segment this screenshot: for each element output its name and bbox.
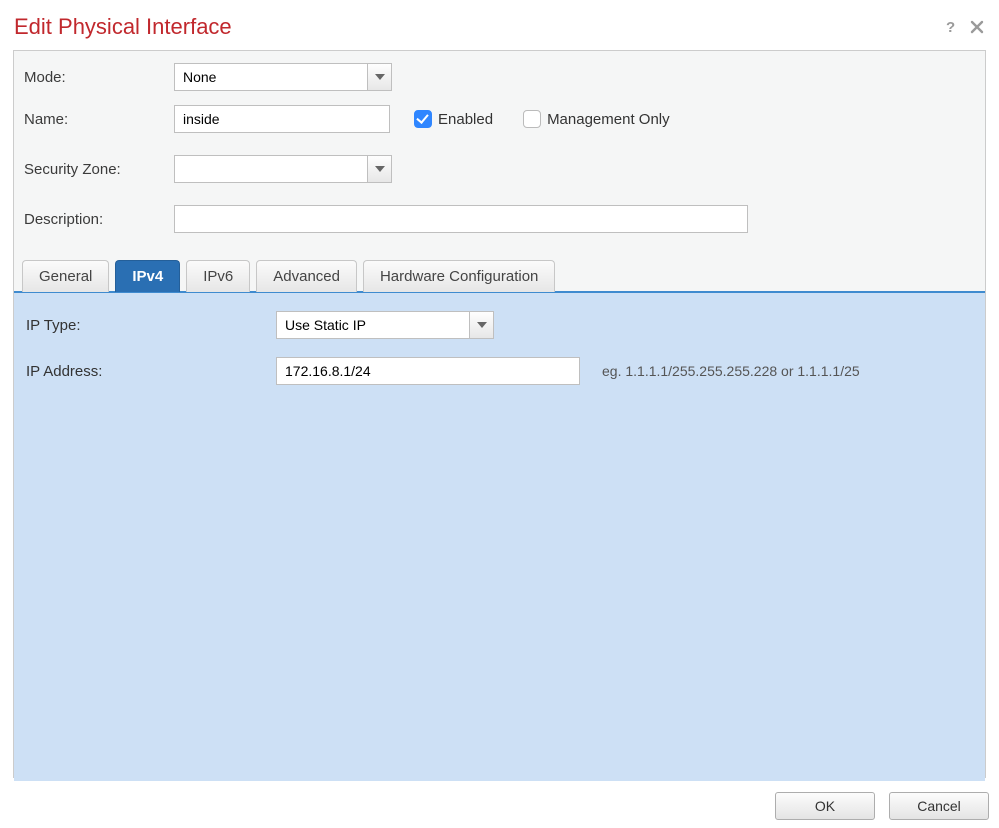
description-input[interactable] xyxy=(174,205,748,233)
enabled-checkbox-wrap[interactable]: Enabled xyxy=(414,110,493,128)
ip-address-row: IP Address: eg. 1.1.1.1/255.255.255.228 … xyxy=(26,357,973,385)
enabled-label: Enabled xyxy=(438,111,493,128)
svg-text:?: ? xyxy=(946,19,955,35)
ip-address-hint: eg. 1.1.1.1/255.255.255.228 or 1.1.1.1/2… xyxy=(602,363,860,379)
help-icon[interactable]: ? xyxy=(943,19,959,35)
chevron-down-icon[interactable] xyxy=(367,64,391,90)
dialog-title: Edit Physical Interface xyxy=(14,14,232,40)
management-only-checkbox[interactable] xyxy=(523,110,541,128)
name-row: Name: Enabled Management Only xyxy=(24,105,975,133)
description-row: Description: xyxy=(24,205,975,233)
ip-type-label: IP Type: xyxy=(26,317,276,334)
management-only-checkbox-wrap[interactable]: Management Only xyxy=(523,110,670,128)
titlebar-actions: ? xyxy=(943,19,985,35)
security-zone-label: Security Zone: xyxy=(24,161,174,178)
ip-address-input[interactable] xyxy=(276,357,580,385)
enabled-checkbox[interactable] xyxy=(414,110,432,128)
dialog-footer: OK Cancel xyxy=(775,792,989,820)
security-zone-row: Security Zone: xyxy=(24,155,975,183)
mode-label: Mode: xyxy=(24,69,174,86)
description-label: Description: xyxy=(24,211,174,228)
tab-hardware[interactable]: Hardware Configuration xyxy=(363,260,555,292)
ip-type-row: IP Type: xyxy=(26,311,973,339)
edit-physical-interface-dialog: Edit Physical Interface ? Mode: xyxy=(0,0,999,828)
close-icon[interactable] xyxy=(969,19,985,35)
tab-body-ipv4: IP Type: IP Address: eg. 1.1.1.1/255.255… xyxy=(14,291,985,781)
tab-general[interactable]: General xyxy=(22,260,109,292)
mode-row: Mode: xyxy=(24,63,975,91)
cancel-button[interactable]: Cancel xyxy=(889,792,989,820)
management-only-label: Management Only xyxy=(547,111,670,128)
tab-ipv6[interactable]: IPv6 xyxy=(186,260,250,292)
ip-type-select-text[interactable] xyxy=(277,312,469,338)
tabs: General IPv4 IPv6 Advanced Hardware Conf… xyxy=(14,260,985,292)
security-zone-select-text[interactable] xyxy=(175,156,367,182)
tab-advanced[interactable]: Advanced xyxy=(256,260,357,292)
chevron-down-icon[interactable] xyxy=(469,312,493,338)
mode-select[interactable] xyxy=(174,63,392,91)
dialog-panel: Mode: Name: Enabled Management Only xyxy=(13,50,986,778)
ok-button[interactable]: OK xyxy=(775,792,875,820)
top-form: Mode: Name: Enabled Management Only xyxy=(14,51,985,259)
name-label: Name: xyxy=(24,111,174,128)
ip-address-label: IP Address: xyxy=(26,363,276,380)
chevron-down-icon[interactable] xyxy=(367,156,391,182)
security-zone-select[interactable] xyxy=(174,155,392,183)
tab-ipv4[interactable]: IPv4 xyxy=(115,260,180,292)
dialog-titlebar: Edit Physical Interface ? xyxy=(12,10,987,50)
ip-type-select[interactable] xyxy=(276,311,494,339)
name-input[interactable] xyxy=(174,105,390,133)
mode-select-text[interactable] xyxy=(175,64,367,90)
